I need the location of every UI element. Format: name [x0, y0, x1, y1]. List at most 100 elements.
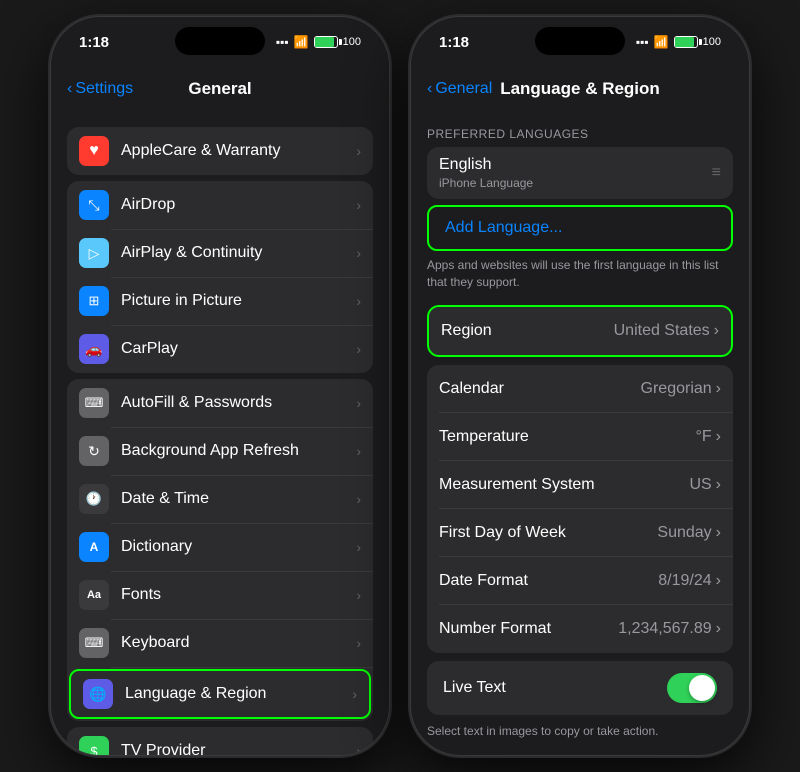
- live-text-row: Live Text: [427, 661, 733, 715]
- keyboard-label: Keyboard: [121, 634, 356, 652]
- back-button-right[interactable]: ‹ General: [427, 80, 492, 98]
- signal-icon-right: ▪▪▪: [636, 35, 649, 49]
- nav-bar-right: ‹ General Language & Region: [411, 67, 749, 111]
- item-measurement[interactable]: Measurement System US ›: [427, 461, 733, 509]
- item-keyboard[interactable]: ⌨ Keyboard ›: [67, 619, 373, 667]
- carplay-icon: 🚗: [79, 334, 109, 364]
- dictionary-icon: A: [79, 532, 109, 562]
- wifi-icon-right: 📶: [654, 35, 669, 49]
- bg-refresh-icon: ↻: [79, 436, 109, 466]
- language-icon: 🌐: [83, 679, 113, 709]
- section-connectivity: ⤡ AirDrop › ▷ AirPlay & Continuity › ⊞ P…: [67, 181, 373, 373]
- item-calendar[interactable]: Calendar Gregorian ›: [427, 365, 733, 413]
- item-dictionary[interactable]: A Dictionary ›: [67, 523, 373, 571]
- status-bar-right: 1:18 ▪▪▪ 📶 100: [411, 17, 749, 67]
- status-icons-left: ▪▪▪ 📶 100: [276, 35, 361, 49]
- carplay-label: CarPlay: [121, 340, 356, 358]
- item-first-day[interactable]: First Day of Week Sunday ›: [427, 509, 733, 557]
- back-label-left: Settings: [75, 80, 133, 98]
- measurement-chevron: ›: [716, 476, 721, 494]
- live-text-note: Select text in images to copy or take ac…: [427, 723, 733, 740]
- temperature-label: Temperature: [439, 428, 529, 446]
- item-airplay[interactable]: ▷ AirPlay & Continuity ›: [67, 229, 373, 277]
- applecare-icon: ♥: [79, 136, 109, 166]
- calendar-val: Gregorian: [641, 380, 712, 398]
- item-pip[interactable]: ⊞ Picture in Picture ›: [67, 277, 373, 325]
- section-tv: $ TV Provider ›: [67, 727, 373, 756]
- calendar-chevron: ›: [716, 380, 721, 398]
- left-content: ♥ AppleCare & Warranty › ⤡ AirDrop › ▷ A…: [51, 111, 389, 756]
- airplay-icon: ▷: [79, 238, 109, 268]
- back-button-left[interactable]: ‹ Settings: [67, 80, 133, 98]
- measurement-value: US ›: [689, 476, 721, 494]
- pip-label: Picture in Picture: [121, 292, 356, 310]
- add-language-button[interactable]: Add Language...: [427, 205, 733, 251]
- battery-percent-right: 100: [703, 36, 721, 48]
- item-number-format[interactable]: Number Format 1,234,567.89 ›: [427, 605, 733, 653]
- measurement-label: Measurement System: [439, 476, 595, 494]
- item-language-region[interactable]: 🌐 Language & Region ›: [69, 669, 371, 719]
- back-label-right: General: [435, 80, 492, 98]
- live-text-group: Live Text: [427, 661, 733, 715]
- live-text-toggle[interactable]: [667, 673, 717, 703]
- live-text-label: Live Text: [443, 679, 506, 697]
- item-applecare[interactable]: ♥ AppleCare & Warranty ›: [67, 127, 373, 175]
- number-format-value: 1,234,567.89 ›: [618, 620, 721, 638]
- languages-group: English iPhone Language ≡: [427, 147, 733, 199]
- dictionary-label: Dictionary: [121, 538, 356, 556]
- temperature-value: °F ›: [696, 428, 722, 446]
- fonts-icon: Aa: [79, 580, 109, 610]
- measurement-val: US: [689, 476, 711, 494]
- item-fonts[interactable]: Aa Fonts ›: [67, 571, 373, 619]
- locale-settings-group: Calendar Gregorian › Temperature °F › Me…: [427, 365, 733, 653]
- calendar-label: Calendar: [439, 380, 504, 398]
- date-format-chevron: ›: [716, 572, 721, 590]
- item-bg-refresh[interactable]: ↻ Background App Refresh ›: [67, 427, 373, 475]
- signal-icon: ▪▪▪: [276, 35, 289, 49]
- section-settings-list: ⌨ AutoFill & Passwords › ↻ Background Ap…: [67, 379, 373, 721]
- item-region[interactable]: Region United States ›: [429, 307, 731, 355]
- item-date-format[interactable]: Date Format 8/19/24 ›: [427, 557, 733, 605]
- tv-provider-icon: $: [79, 736, 109, 756]
- airdrop-label: AirDrop: [121, 196, 356, 214]
- item-temperature[interactable]: Temperature °F ›: [427, 413, 733, 461]
- tv-provider-label: TV Provider: [121, 742, 356, 756]
- english-text: English iPhone Language: [439, 156, 533, 190]
- first-day-val: Sunday: [657, 524, 711, 542]
- hamburger-icon[interactable]: ≡: [712, 164, 721, 182]
- nav-title-right: Language & Region: [500, 79, 660, 99]
- date-format-value: 8/19/24 ›: [658, 572, 721, 590]
- time-left: 1:18: [79, 34, 109, 51]
- item-airdrop[interactable]: ⤡ AirDrop ›: [67, 181, 373, 229]
- item-datetime[interactable]: 🕐 Date & Time ›: [67, 475, 373, 523]
- applecare-chevron: ›: [356, 143, 361, 159]
- temperature-chevron: ›: [716, 428, 721, 446]
- battery-icon: [314, 36, 338, 48]
- first-day-label: First Day of Week: [439, 524, 566, 542]
- autofill-label: AutoFill & Passwords: [121, 394, 356, 412]
- temperature-val: °F: [696, 428, 712, 446]
- battery-percent: 100: [343, 36, 361, 48]
- number-format-label: Number Format: [439, 620, 551, 638]
- language-english[interactable]: English iPhone Language ≡: [427, 147, 733, 199]
- region-settings-group: Region United States ›: [427, 305, 733, 357]
- back-chevron-left: ‹: [67, 80, 72, 98]
- back-chevron-right: ‹: [427, 80, 432, 98]
- fonts-label: Fonts: [121, 586, 356, 604]
- date-format-label: Date Format: [439, 572, 528, 590]
- datetime-icon: 🕐: [79, 484, 109, 514]
- item-carplay[interactable]: 🚗 CarPlay ›: [67, 325, 373, 373]
- add-language-text: Add Language...: [445, 219, 562, 237]
- date-format-val: 8/19/24: [658, 572, 711, 590]
- keyboard-icon: ⌨: [79, 628, 109, 658]
- time-right: 1:18: [439, 34, 469, 51]
- section-applecare: ♥ AppleCare & Warranty ›: [67, 127, 373, 175]
- datetime-label: Date & Time: [121, 490, 356, 508]
- first-day-chevron: ›: [716, 524, 721, 542]
- right-phone: 1:18 ▪▪▪ 📶 100 ‹ General Language & Regi…: [410, 16, 750, 756]
- autofill-icon: ⌨: [79, 388, 109, 418]
- english-sub: iPhone Language: [439, 176, 533, 190]
- applecare-icon-symbol: ♥: [89, 142, 99, 160]
- item-tv-provider[interactable]: $ TV Provider ›: [67, 727, 373, 756]
- item-autofill[interactable]: ⌨ AutoFill & Passwords ›: [67, 379, 373, 427]
